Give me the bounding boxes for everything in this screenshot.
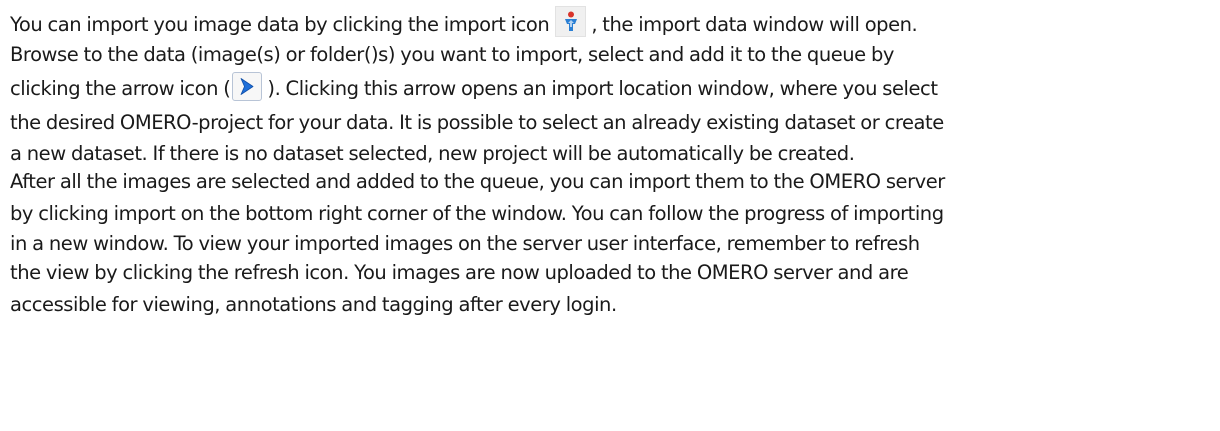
text-segment: in a new window. To view your imported i… <box>10 232 920 255</box>
text-line: You can import you image data by clickin… <box>10 6 918 40</box>
text-segment: You can import you image data by clickin… <box>10 13 550 36</box>
text-line: by clicking import on the bottom right c… <box>10 199 944 229</box>
text-segment: the view by clicking the refresh icon. Y… <box>10 261 909 284</box>
text-line: accessible for viewing, annotations and … <box>10 290 617 320</box>
text-line: in a new window. To view your imported i… <box>10 229 920 259</box>
text-segment: accessible for viewing, annotations and … <box>10 293 617 316</box>
text-segment: clicking the arrow icon ( <box>10 77 231 100</box>
arrow-right-icon <box>232 72 263 101</box>
text-line: clicking the arrow icon ( ). Clicking th… <box>10 72 938 104</box>
text-segment: ). Clicking this arrow opens an import l… <box>267 77 938 100</box>
text-segment: the desired OMERO-project for your data.… <box>10 111 944 134</box>
text-segment: by clicking import on the bottom right c… <box>10 202 944 225</box>
text-segment: Browse to the data (image(s) or folder()… <box>10 43 895 66</box>
text-line: the view by clicking the refresh icon. Y… <box>10 258 909 288</box>
text-segment: a new dataset. If there is no dataset se… <box>10 142 855 165</box>
text-segment: , the import data window will open. <box>591 13 918 36</box>
text-segment: After all the images are selected and ad… <box>10 170 945 193</box>
import-icon <box>555 6 587 37</box>
text-line: the desired OMERO-project for your data.… <box>10 108 944 138</box>
text-line: Browse to the data (image(s) or folder()… <box>10 40 894 70</box>
text-line: a new dataset. If there is no dataset se… <box>10 139 855 169</box>
text-line: After all the images are selected and ad… <box>10 167 945 197</box>
